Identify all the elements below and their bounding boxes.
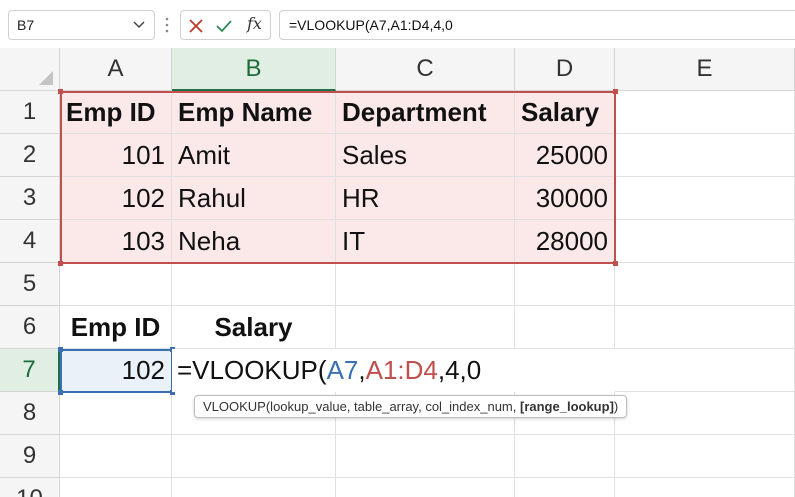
cell-a9[interactable] xyxy=(60,435,172,478)
row-header-9[interactable]: 9 xyxy=(0,435,60,478)
cell-a7[interactable]: 102 xyxy=(60,349,172,392)
cell-e5[interactable] xyxy=(615,263,795,306)
cell-d5[interactable] xyxy=(515,263,615,306)
row-header-1[interactable]: 1 xyxy=(0,91,60,134)
row-header-10[interactable]: 10 xyxy=(0,478,60,497)
cell-b1[interactable]: Emp Name xyxy=(172,91,336,134)
cell-d4[interactable]: 28000 xyxy=(515,220,615,263)
cell-d9[interactable] xyxy=(515,435,615,478)
cell-e9[interactable] xyxy=(615,435,795,478)
formula-comma: , xyxy=(358,355,366,385)
cell-c4[interactable]: IT xyxy=(336,220,515,263)
close-icon[interactable] xyxy=(187,17,205,35)
formula-buttons: fx xyxy=(180,10,271,40)
cell-a6[interactable]: Emp ID xyxy=(60,306,172,349)
checkmark-icon[interactable] xyxy=(215,17,233,35)
cell-a8[interactable] xyxy=(60,392,172,435)
formula-ref-a1-d4: A1:D4 xyxy=(365,355,438,385)
cell-d6[interactable] xyxy=(515,306,615,349)
cell-c3[interactable]: HR xyxy=(336,177,515,220)
cell-a10[interactable] xyxy=(60,478,172,497)
cell-d3[interactable]: 30000 xyxy=(515,177,615,220)
name-box-value: B7 xyxy=(17,17,35,33)
spreadsheet-grid[interactable]: A B C D E 1 2 3 4 5 6 7 8 9 10 Emp ID Em… xyxy=(0,48,795,497)
formula-bar: B7 fx =VLOOKUP(A7,A1:D4,4,0 xyxy=(0,0,795,48)
formula-prefix: =VLOOKUP( xyxy=(177,355,327,385)
cell-d1[interactable]: Salary xyxy=(515,91,615,134)
cell-a5[interactable] xyxy=(60,263,172,306)
tooltip-signature: VLOOKUP(lookup_value, table_array, col_i… xyxy=(203,399,520,414)
insert-function-button[interactable]: fx xyxy=(247,14,262,33)
cell-e1[interactable] xyxy=(615,91,795,134)
cell-c10[interactable] xyxy=(336,478,515,497)
row-header-3[interactable]: 3 xyxy=(0,177,60,220)
cell-b4[interactable]: Neha xyxy=(172,220,336,263)
cell-e4[interactable] xyxy=(615,220,795,263)
cell-e6[interactable] xyxy=(615,306,795,349)
cell-e8[interactable] xyxy=(615,392,795,435)
cell-b9[interactable] xyxy=(172,435,336,478)
cell-e3[interactable] xyxy=(615,177,795,220)
cell-b3[interactable]: Rahul xyxy=(172,177,336,220)
cell-e2[interactable] xyxy=(615,134,795,177)
tooltip-optional-arg: [range_lookup] xyxy=(520,399,614,414)
cell-b5[interactable] xyxy=(172,263,336,306)
cell-a4[interactable]: 103 xyxy=(60,220,172,263)
select-all-triangle-icon xyxy=(39,71,53,85)
cell-b10[interactable] xyxy=(172,478,336,497)
row-header-5[interactable]: 5 xyxy=(0,263,60,306)
row-header-2[interactable]: 2 xyxy=(0,134,60,177)
chevron-down-icon[interactable] xyxy=(132,15,146,33)
select-all-button[interactable] xyxy=(0,48,60,91)
tooltip-close-paren: ) xyxy=(613,399,619,414)
formula-input-value: =VLOOKUP(A7,A1:D4,4,0 xyxy=(289,17,453,33)
cell-a1[interactable]: Emp ID xyxy=(60,91,172,134)
row-header-6[interactable]: 6 xyxy=(0,306,60,349)
function-arguments-tooltip[interactable]: VLOOKUP(lookup_value, table_array, col_i… xyxy=(194,395,628,418)
cell-a2[interactable]: 101 xyxy=(60,134,172,177)
formula-ref-a7: A7 xyxy=(326,355,359,385)
cell-b7-editor[interactable]: =VLOOKUP(A7, A1:D4,4,0 xyxy=(172,349,482,392)
column-header-c[interactable]: C xyxy=(336,48,515,91)
cell-d2[interactable]: 25000 xyxy=(515,134,615,177)
name-box[interactable]: B7 xyxy=(8,10,155,40)
cell-a3[interactable]: 102 xyxy=(60,177,172,220)
column-header-a[interactable]: A xyxy=(60,48,172,91)
cell-b6[interactable]: Salary xyxy=(172,306,336,349)
column-header-b[interactable]: B xyxy=(172,48,336,91)
cell-b2[interactable]: Amit xyxy=(172,134,336,177)
cell-c2[interactable]: Sales xyxy=(336,134,515,177)
row-header-7[interactable]: 7 xyxy=(0,349,60,392)
cell-e10[interactable] xyxy=(615,478,795,497)
cell-c9[interactable] xyxy=(336,435,515,478)
formula-rest: ,4,0 xyxy=(437,355,482,385)
row-header-4[interactable]: 4 xyxy=(0,220,60,263)
formula-input[interactable]: =VLOOKUP(A7,A1:D4,4,0 xyxy=(279,10,795,40)
cell-e7[interactable] xyxy=(615,349,795,392)
cell-c5[interactable] xyxy=(336,263,515,306)
cell-d10[interactable] xyxy=(515,478,615,497)
column-header-e[interactable]: E xyxy=(615,48,795,91)
column-header-d[interactable]: D xyxy=(515,48,615,91)
row-header-8[interactable]: 8 xyxy=(0,392,60,435)
drag-handle-icon[interactable] xyxy=(165,16,169,34)
cell-c1[interactable]: Department xyxy=(336,91,515,134)
cell-c6[interactable] xyxy=(336,306,515,349)
